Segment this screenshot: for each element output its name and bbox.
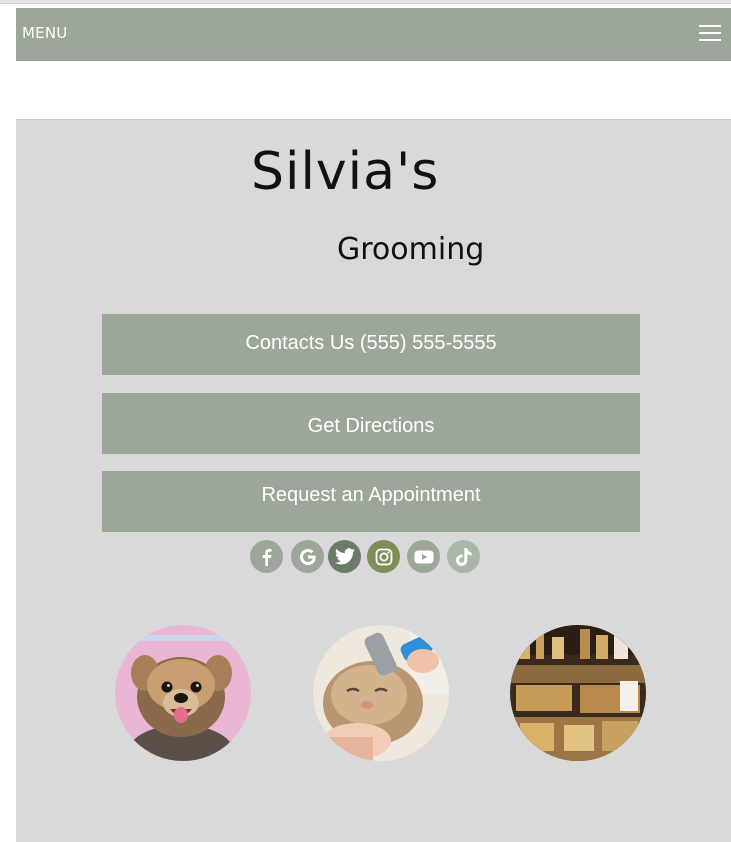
contact-button[interactable]: Contacts Us (555) 555-5555 <box>102 314 640 375</box>
browser-top-edge <box>0 0 731 4</box>
menu-label[interactable]: MENU <box>22 24 67 42</box>
appointment-button[interactable]: Request an Appointment <box>102 471 640 532</box>
youtube-icon[interactable] <box>407 540 440 573</box>
google-icon[interactable] <box>291 540 324 573</box>
hamburger-menu-icon[interactable] <box>699 22 721 44</box>
appointment-button-label: Request an Appointment <box>261 484 481 506</box>
twitter-icon[interactable] <box>328 540 361 573</box>
site-subtitle: Grooming <box>337 232 485 267</box>
facebook-icon[interactable] <box>250 540 283 573</box>
pet-store-shelves-photo[interactable] <box>510 625 646 761</box>
yorkie-dog-photo[interactable] <box>115 625 251 761</box>
site-title: Silvia's <box>251 142 440 202</box>
directions-button-label: Get Directions <box>307 415 435 437</box>
tiktok-icon[interactable] <box>447 540 480 573</box>
hero-panel: Silvia's Grooming Contacts Us (555) 555-… <box>16 119 731 842</box>
menu-bar: MENU <box>16 8 731 61</box>
instagram-icon[interactable] <box>367 540 400 573</box>
contact-button-label: Contacts Us (555) 555-5555 <box>245 332 497 354</box>
directions-button[interactable]: Get Directions <box>102 393 640 454</box>
cat-brushing-photo[interactable] <box>313 625 449 761</box>
